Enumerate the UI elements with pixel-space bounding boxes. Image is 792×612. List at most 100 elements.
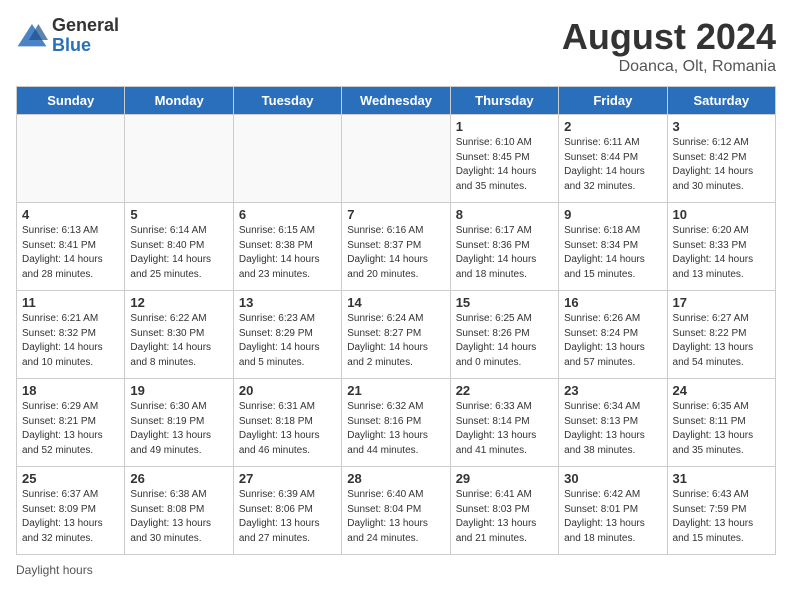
calendar-table: SundayMondayTuesdayWednesdayThursdayFrid… bbox=[16, 86, 776, 555]
day-number: 15 bbox=[456, 295, 553, 310]
daylight-note: Daylight hours bbox=[16, 563, 93, 577]
day-info: Sunrise: 6:12 AM Sunset: 8:42 PM Dayligh… bbox=[673, 136, 770, 194]
weekday-header: Saturday bbox=[667, 87, 775, 115]
calendar-cell: 19 Sunrise: 6:30 AM Sunset: 8:19 PM Dayli… bbox=[125, 379, 233, 467]
day-number: 31 bbox=[673, 471, 770, 486]
day-number: 10 bbox=[673, 207, 770, 222]
calendar-cell bbox=[342, 115, 450, 203]
calendar-cell: 8 Sunrise: 6:17 AM Sunset: 8:36 PM Daylig… bbox=[450, 203, 558, 291]
calendar-cell: 22Sunrise: 6:33 AM Sunset: 8:14 PM Dayli… bbox=[450, 379, 558, 467]
weekday-header: Tuesday bbox=[233, 87, 341, 115]
day-info: Sunrise: 6:38 AM Sunset: 8:08 PM Dayligh… bbox=[130, 488, 227, 546]
calendar-cell: 28Sunrise: 6:40 AM Sunset: 8:04 PM Dayli… bbox=[342, 467, 450, 555]
weekday-header: Thursday bbox=[450, 87, 558, 115]
day-number: 14 bbox=[347, 295, 444, 310]
calendar-cell: 12 Sunrise: 6:22 AM Sunset: 8:30 PM Dayli… bbox=[125, 291, 233, 379]
footer-note: Daylight hours bbox=[16, 563, 776, 577]
calendar-cell: 29 Sunrise: 6:41 AM Sunset: 8:03 PM Dayli… bbox=[450, 467, 558, 555]
calendar-cell: 10 Sunrise: 6:20 AM Sunset: 8:33 PM Dayli… bbox=[667, 203, 775, 291]
day-number: 23 bbox=[564, 383, 661, 398]
day-info: Sunrise: 6:41 AM Sunset: 8:03 PM Dayligh… bbox=[456, 488, 553, 546]
calendar-cell: 27Sunrise: 6:39 AM Sunset: 8:06 PM Dayli… bbox=[233, 467, 341, 555]
calendar-cell: 6Sunrise: 6:15 AM Sunset: 8:38 PM Daylig… bbox=[233, 203, 341, 291]
day-number: 2 bbox=[564, 119, 661, 134]
calendar-cell: 21 Sunrise: 6:32 AM Sunset: 8:16 PM Dayli… bbox=[342, 379, 450, 467]
day-info: Sunrise: 6:30 AM Sunset: 8:19 PM Dayligh… bbox=[130, 400, 227, 458]
day-info: Sunrise: 6:34 AM Sunset: 8:13 PM Dayligh… bbox=[564, 400, 661, 458]
day-info: Sunrise: 6:39 AM Sunset: 8:06 PM Dayligh… bbox=[239, 488, 336, 546]
day-info: Sunrise: 6:13 AM Sunset: 8:41 PM Dayligh… bbox=[22, 224, 119, 282]
calendar-cell: 16 Sunrise: 6:26 AM Sunset: 8:24 PM Dayli… bbox=[559, 291, 667, 379]
calendar-cell: 2 Sunrise: 6:11 AM Sunset: 8:44 PM Daylig… bbox=[559, 115, 667, 203]
day-number: 12 bbox=[130, 295, 227, 310]
day-info: Sunrise: 6:25 AM Sunset: 8:26 PM Dayligh… bbox=[456, 312, 553, 370]
day-number: 20 bbox=[239, 383, 336, 398]
day-info: Sunrise: 6:15 AM Sunset: 8:38 PM Dayligh… bbox=[239, 224, 336, 282]
calendar-cell: 7Sunrise: 6:16 AM Sunset: 8:37 PM Daylig… bbox=[342, 203, 450, 291]
calendar-week: 18Sunrise: 6:29 AM Sunset: 8:21 PM Dayli… bbox=[17, 379, 776, 467]
day-number: 18 bbox=[22, 383, 119, 398]
calendar-body: 1 Sunrise: 6:10 AM Sunset: 8:45 PM Daylig… bbox=[17, 115, 776, 555]
calendar-cell: 14 Sunrise: 6:24 AM Sunset: 8:27 PM Dayli… bbox=[342, 291, 450, 379]
weekday-header: Sunday bbox=[17, 87, 125, 115]
day-number: 9 bbox=[564, 207, 661, 222]
calendar-week: 1 Sunrise: 6:10 AM Sunset: 8:45 PM Daylig… bbox=[17, 115, 776, 203]
day-info: Sunrise: 6:24 AM Sunset: 8:27 PM Dayligh… bbox=[347, 312, 444, 370]
day-number: 8 bbox=[456, 207, 553, 222]
day-info: Sunrise: 6:14 AM Sunset: 8:40 PM Dayligh… bbox=[130, 224, 227, 282]
day-number: 16 bbox=[564, 295, 661, 310]
day-info: Sunrise: 6:42 AM Sunset: 8:01 PM Dayligh… bbox=[564, 488, 661, 546]
day-info: Sunrise: 6:32 AM Sunset: 8:16 PM Dayligh… bbox=[347, 400, 444, 458]
calendar-cell: 15 Sunrise: 6:25 AM Sunset: 8:26 PM Dayli… bbox=[450, 291, 558, 379]
calendar-cell: 9 Sunrise: 6:18 AM Sunset: 8:34 PM Daylig… bbox=[559, 203, 667, 291]
calendar-week: 11Sunrise: 6:21 AM Sunset: 8:32 PM Dayli… bbox=[17, 291, 776, 379]
day-number: 1 bbox=[456, 119, 553, 134]
day-number: 21 bbox=[347, 383, 444, 398]
day-info: Sunrise: 6:40 AM Sunset: 8:04 PM Dayligh… bbox=[347, 488, 444, 546]
page-header: General Blue August 2024 Doanca, Olt, Ro… bbox=[16, 16, 776, 76]
day-number: 24 bbox=[673, 383, 770, 398]
calendar-week: 25 Sunrise: 6:37 AM Sunset: 8:09 PM Dayli… bbox=[17, 467, 776, 555]
day-number: 30 bbox=[564, 471, 661, 486]
day-number: 7 bbox=[347, 207, 444, 222]
calendar-cell: 30 Sunrise: 6:42 AM Sunset: 8:01 PM Dayli… bbox=[559, 467, 667, 555]
day-number: 17 bbox=[673, 295, 770, 310]
weekday-header: Monday bbox=[125, 87, 233, 115]
day-info: Sunrise: 6:18 AM Sunset: 8:34 PM Dayligh… bbox=[564, 224, 661, 282]
day-number: 5 bbox=[130, 207, 227, 222]
day-number: 3 bbox=[673, 119, 770, 134]
calendar-cell: 26 Sunrise: 6:38 AM Sunset: 8:08 PM Dayli… bbox=[125, 467, 233, 555]
day-info: Sunrise: 6:35 AM Sunset: 8:11 PM Dayligh… bbox=[673, 400, 770, 458]
day-info: Sunrise: 6:17 AM Sunset: 8:36 PM Dayligh… bbox=[456, 224, 553, 282]
weekday-row: SundayMondayTuesdayWednesdayThursdayFrid… bbox=[17, 87, 776, 115]
day-info: Sunrise: 6:10 AM Sunset: 8:45 PM Dayligh… bbox=[456, 136, 553, 194]
day-info: Sunrise: 6:26 AM Sunset: 8:24 PM Dayligh… bbox=[564, 312, 661, 370]
calendar-cell: 18Sunrise: 6:29 AM Sunset: 8:21 PM Dayli… bbox=[17, 379, 125, 467]
logo: General Blue bbox=[16, 16, 119, 56]
title-block: August 2024 Doanca, Olt, Romania bbox=[562, 16, 776, 76]
calendar-cell: 25 Sunrise: 6:37 AM Sunset: 8:09 PM Dayli… bbox=[17, 467, 125, 555]
logo-general: General bbox=[52, 16, 119, 36]
calendar-cell: 4Sunrise: 6:13 AM Sunset: 8:41 PM Daylig… bbox=[17, 203, 125, 291]
day-number: 25 bbox=[22, 471, 119, 486]
day-number: 13 bbox=[239, 295, 336, 310]
day-number: 11 bbox=[22, 295, 119, 310]
calendar-cell: 31Sunrise: 6:43 AM Sunset: 7:59 PM Dayli… bbox=[667, 467, 775, 555]
day-number: 26 bbox=[130, 471, 227, 486]
day-info: Sunrise: 6:20 AM Sunset: 8:33 PM Dayligh… bbox=[673, 224, 770, 282]
day-number: 22 bbox=[456, 383, 553, 398]
day-info: Sunrise: 6:11 AM Sunset: 8:44 PM Dayligh… bbox=[564, 136, 661, 194]
calendar-cell bbox=[17, 115, 125, 203]
day-number: 19 bbox=[130, 383, 227, 398]
weekday-header: Friday bbox=[559, 87, 667, 115]
calendar-header: SundayMondayTuesdayWednesdayThursdayFrid… bbox=[17, 87, 776, 115]
day-info: Sunrise: 6:22 AM Sunset: 8:30 PM Dayligh… bbox=[130, 312, 227, 370]
calendar-cell: 1 Sunrise: 6:10 AM Sunset: 8:45 PM Daylig… bbox=[450, 115, 558, 203]
calendar-cell: 13Sunrise: 6:23 AM Sunset: 8:29 PM Dayli… bbox=[233, 291, 341, 379]
calendar-cell: 17Sunrise: 6:27 AM Sunset: 8:22 PM Dayli… bbox=[667, 291, 775, 379]
logo-icon bbox=[16, 22, 48, 50]
calendar-cell: 3 Sunrise: 6:12 AM Sunset: 8:42 PM Daylig… bbox=[667, 115, 775, 203]
day-info: Sunrise: 6:37 AM Sunset: 8:09 PM Dayligh… bbox=[22, 488, 119, 546]
day-number: 29 bbox=[456, 471, 553, 486]
calendar-cell: 5 Sunrise: 6:14 AM Sunset: 8:40 PM Daylig… bbox=[125, 203, 233, 291]
